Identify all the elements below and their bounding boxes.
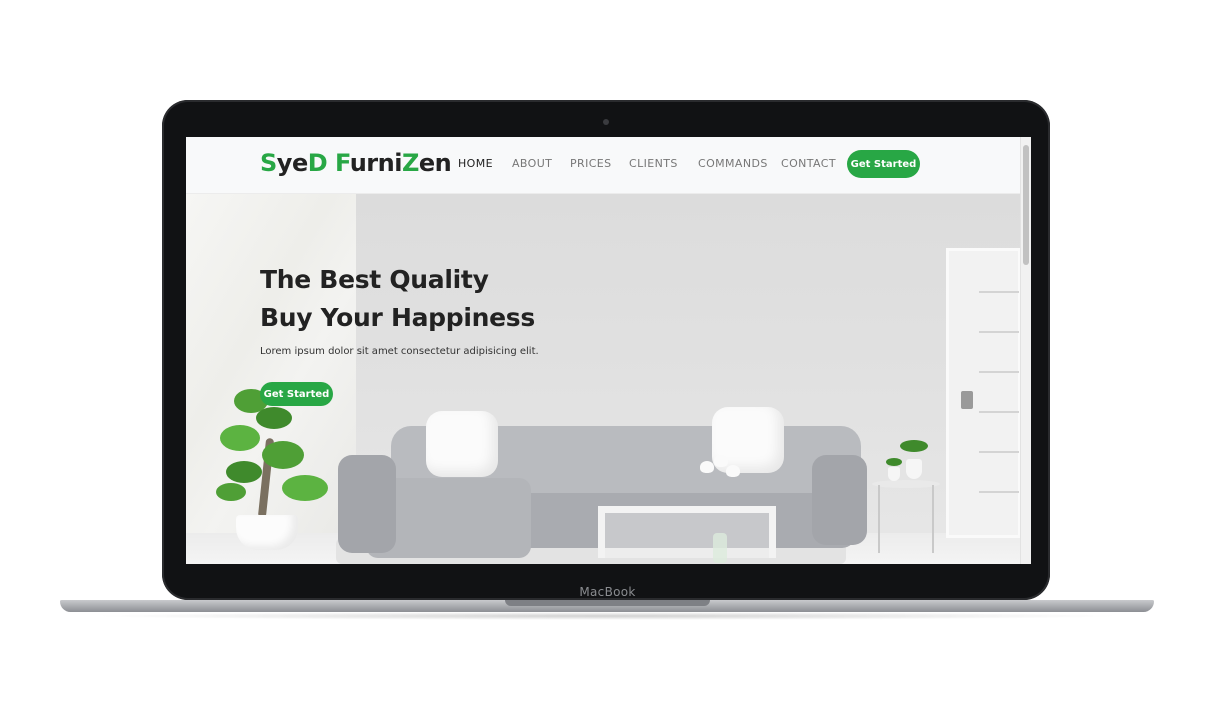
main-nav: HOME ABOUT PRICES CLIENTS COMMANDS CONTA… (186, 137, 1021, 193)
nav-prices[interactable]: PRICES (570, 157, 612, 170)
flower (726, 465, 740, 477)
page-scrollbar[interactable] (1020, 137, 1031, 564)
door-handle (961, 391, 973, 409)
sofa-arm-left (338, 455, 396, 553)
navbar: SyeD FurniZen HOME ABOUT PRICES CLIENTS … (186, 137, 1021, 194)
get-started-nav-button[interactable]: Get Started (847, 150, 920, 178)
flower (700, 461, 714, 473)
side-table (872, 480, 940, 488)
nav-contact[interactable]: CONTACT (781, 157, 836, 170)
small-plant-pot (906, 459, 922, 479)
nav-home[interactable]: HOME (458, 157, 493, 170)
get-started-hero-button[interactable]: Get Started (260, 382, 333, 406)
device-brand-label: MacBook (579, 585, 636, 599)
small-plant-pot (888, 467, 900, 481)
nav-commands[interactable]: COMMANDS (698, 157, 768, 170)
hero-title-line-1: The Best Quality (260, 265, 489, 294)
pillow-left (426, 411, 498, 477)
browser-screen: SyeD FurniZen HOME ABOUT PRICES CLIENTS … (186, 137, 1031, 564)
laptop-shadow (90, 612, 1124, 620)
nav-about[interactable]: ABOUT (512, 157, 552, 170)
flower (714, 455, 728, 467)
hero-background-image (186, 193, 1021, 564)
marble-wall (186, 193, 356, 533)
laptop-hinge-notch (505, 600, 710, 606)
scrollbar-thumb[interactable] (1023, 145, 1029, 265)
hero-title-line-2: Buy Your Happiness (260, 303, 535, 332)
hero-subtitle: Lorem ipsum dolor sit amet consectetur a… (260, 346, 539, 357)
sofa-arm-right (812, 455, 867, 545)
coffee-table (598, 506, 776, 558)
nav-clients[interactable]: CLIENTS (629, 157, 678, 170)
door (946, 248, 1021, 538)
webcam (603, 119, 609, 125)
bonsai-pot (236, 515, 298, 550)
flower-vase (713, 533, 727, 563)
